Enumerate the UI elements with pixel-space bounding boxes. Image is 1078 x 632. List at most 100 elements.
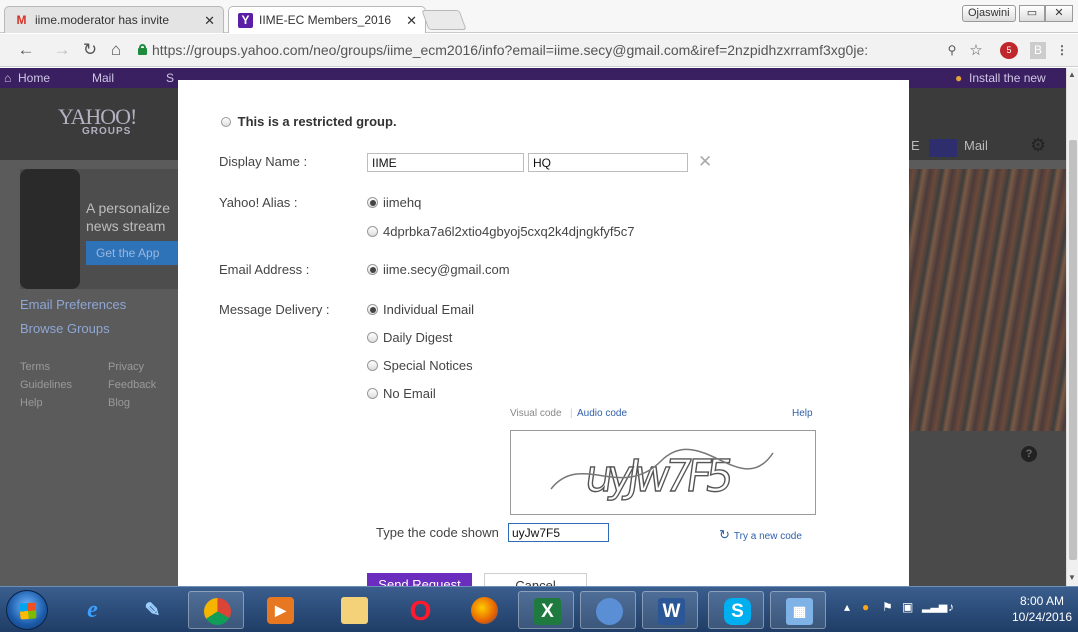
- clear-name-icon[interactable]: ✕: [698, 152, 712, 172]
- tab-close-icon[interactable]: ✕: [406, 7, 417, 33]
- network-icon[interactable]: ▂▃▅: [922, 600, 947, 613]
- taskbar-media[interactable]: ▶: [252, 591, 308, 629]
- taskbar-word[interactable]: W: [642, 591, 698, 629]
- app-promo: A personalize news stream Get the App: [20, 169, 178, 289]
- footer-blog[interactable]: Blog: [108, 397, 130, 409]
- footer-feedback[interactable]: Feedback: [108, 379, 156, 391]
- tab-yahoo-groups[interactable]: Y IIME-EC Members_2016 ✕: [228, 6, 426, 33]
- first-name-input[interactable]: [367, 153, 524, 172]
- browser-toolbar: ← → ↻ ⌂ https://groups.yahoo.com/neo/gro…: [0, 34, 1078, 67]
- radio-checked-icon[interactable]: [367, 264, 378, 275]
- alias-option-2[interactable]: 4dprbka7a6l2xtio4gbyoj5cxq2k4djngkfyf5c7: [367, 224, 635, 239]
- delivery-special-notices[interactable]: Special Notices: [367, 358, 473, 373]
- promo-line-1: A personalize: [86, 200, 171, 216]
- yahoo-groups-logo[interactable]: YAHOO! GROUPS: [58, 104, 137, 137]
- radio-checked-icon[interactable]: [367, 304, 378, 315]
- radio-unchecked-icon[interactable]: [367, 332, 378, 343]
- footer-guidelines[interactable]: Guidelines: [20, 379, 72, 391]
- back-icon[interactable]: ←: [16, 40, 36, 60]
- email-preferences-link[interactable]: Email Preferences: [20, 297, 126, 312]
- tab-close-icon[interactable]: ✕: [204, 7, 215, 33]
- install-link[interactable]: Install the new: [969, 71, 1046, 85]
- home-icon[interactable]: ⌂: [106, 40, 126, 60]
- radio-unchecked-icon[interactable]: [367, 226, 378, 237]
- taskbar-chrome-2[interactable]: [580, 591, 636, 629]
- chrome-icon: [204, 598, 231, 625]
- radio-checked-icon[interactable]: [367, 197, 378, 208]
- tray-device-icon[interactable]: ▣: [902, 600, 913, 614]
- tray-expand-icon[interactable]: ▴: [844, 600, 850, 614]
- tray-app-icon[interactable]: ●: [862, 600, 869, 614]
- nav-s[interactable]: S: [166, 71, 174, 85]
- taskbar-skype[interactable]: S: [708, 591, 764, 629]
- taskbar-opera[interactable]: O: [392, 591, 448, 629]
- taskbar-explorer[interactable]: [326, 591, 382, 629]
- volume-icon[interactable]: ♪: [948, 600, 954, 614]
- audio-code-tab[interactable]: Audio code: [577, 408, 627, 419]
- folder-icon: [341, 597, 368, 624]
- taskbar-chrome[interactable]: [188, 591, 244, 629]
- page-scrollbar[interactable]: ▲ ▼: [1066, 68, 1078, 586]
- delivery-daily-digest[interactable]: Daily Digest: [367, 330, 452, 345]
- visual-code-tab[interactable]: Visual code: [510, 408, 562, 419]
- browse-groups-link[interactable]: Browse Groups: [20, 321, 110, 336]
- close-window-button[interactable]: ✕: [1045, 5, 1073, 22]
- last-name-input[interactable]: [528, 153, 688, 172]
- forward-icon[interactable]: →: [52, 40, 72, 60]
- footer-help[interactable]: Help: [20, 397, 43, 409]
- gear-icon[interactable]: ⚙: [1030, 135, 1046, 156]
- promo-line-2: news stream: [86, 218, 166, 234]
- taskbar-excel[interactable]: X: [518, 591, 574, 629]
- footer-privacy[interactable]: Privacy: [108, 361, 144, 373]
- cover-photo: [908, 169, 1066, 431]
- alias-option-1[interactable]: iimehq: [367, 195, 421, 210]
- extension-b-icon[interactable]: B: [1030, 42, 1046, 59]
- taskbar-ie[interactable]: e: [64, 591, 120, 629]
- profile-chip[interactable]: Ojaswini: [962, 5, 1016, 22]
- media-player-icon: ▶: [267, 597, 294, 624]
- try-new-code-link[interactable]: ↻ Try a new code: [719, 527, 802, 543]
- adblock-icon[interactable]: 5: [1000, 42, 1018, 59]
- delivery-individual[interactable]: Individual Email: [367, 302, 474, 317]
- minimize-button[interactable]: ▭: [1019, 5, 1045, 22]
- email-option[interactable]: iime.secy@gmail.com: [367, 262, 510, 277]
- header-letter: E: [911, 138, 920, 153]
- browser-menu-icon[interactable]: ⋮: [1056, 42, 1068, 59]
- tab-gmail[interactable]: M iime.moderator has invite ✕: [4, 6, 224, 33]
- nav-home[interactable]: Home: [18, 71, 50, 85]
- scroll-thumb[interactable]: [1069, 140, 1077, 560]
- footer-terms[interactable]: Terms: [20, 361, 50, 373]
- tab-title: iime.moderator has invite: [35, 13, 170, 27]
- action-center-icon[interactable]: ⚑: [882, 600, 893, 614]
- mail-envelope-icon[interactable]: [929, 139, 957, 157]
- header-mail-link[interactable]: Mail: [964, 138, 988, 153]
- address-bar[interactable]: https://groups.yahoo.com/neo/groups/iime…: [138, 39, 980, 62]
- new-tab-button[interactable]: [421, 10, 467, 30]
- scroll-up-icon[interactable]: ▲: [1068, 70, 1076, 79]
- taskbar-firefox[interactable]: [456, 591, 512, 629]
- radio-unchecked-icon[interactable]: [367, 388, 378, 399]
- tab-title: IIME-EC Members_2016: [259, 13, 392, 27]
- opera-icon: O: [409, 595, 432, 626]
- captcha-image: uyJw7F5: [510, 430, 816, 515]
- bookmark-star-icon[interactable]: ☆: [968, 42, 984, 59]
- home-nav-icon[interactable]: ⌂: [4, 71, 11, 85]
- help-icon[interactable]: ?: [1021, 446, 1037, 462]
- nav-mail[interactable]: Mail: [92, 71, 114, 85]
- radio-unchecked-icon[interactable]: [367, 360, 378, 371]
- delivery-no-email[interactable]: No Email: [367, 386, 436, 401]
- scroll-down-icon[interactable]: ▼: [1068, 573, 1076, 582]
- system-clock[interactable]: 8:00 AM 10/24/2016: [1011, 593, 1073, 625]
- logo-subtext: GROUPS: [82, 126, 132, 137]
- taskbar-control-panel[interactable]: ▦: [770, 591, 826, 629]
- reload-icon[interactable]: ↻: [80, 40, 100, 60]
- taskbar-paint[interactable]: ✎: [124, 591, 180, 629]
- get-app-button[interactable]: Get the App: [86, 241, 178, 265]
- windows-taskbar: e ✎ ▶ O X W S ▦ ▴ ● ⚑ ▣ ▂▃▅ ♪ 8:00 AM 10…: [0, 586, 1078, 632]
- url-text[interactable]: https://groups.yahoo.com/neo/groups/iime…: [152, 41, 967, 60]
- captcha-help-link[interactable]: Help: [792, 408, 813, 419]
- paint-icon: ✎: [144, 600, 161, 621]
- key-icon[interactable]: ⚲: [945, 42, 959, 59]
- captcha-input[interactable]: [508, 523, 609, 542]
- start-button[interactable]: [6, 590, 48, 630]
